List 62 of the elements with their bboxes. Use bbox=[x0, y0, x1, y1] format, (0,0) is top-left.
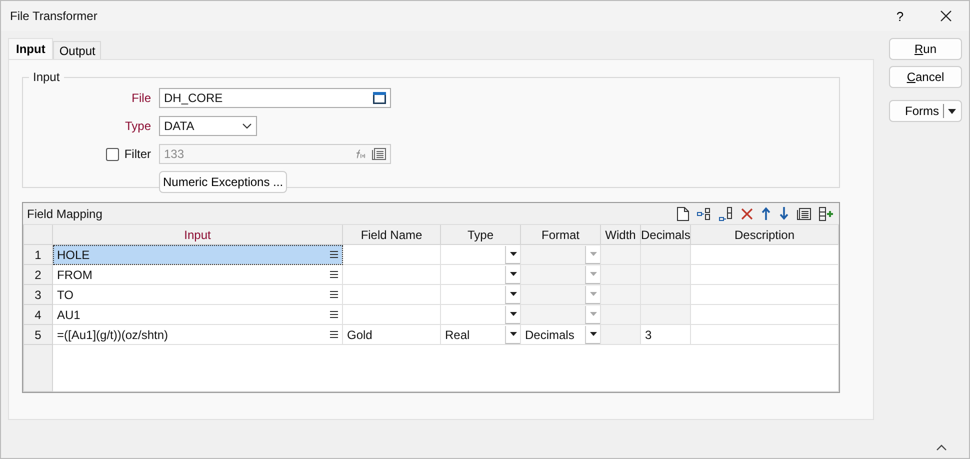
menu-icon[interactable] bbox=[330, 311, 338, 318]
cancel-button[interactable]: Cancel bbox=[889, 66, 962, 88]
close-icon[interactable] bbox=[940, 10, 952, 22]
dropdown-arrow-icon bbox=[510, 292, 516, 296]
filter-label: Filter bbox=[124, 147, 151, 161]
list-icon[interactable] bbox=[797, 208, 811, 220]
type-dropdown[interactable]: DATA bbox=[159, 116, 257, 136]
dropdown-arrow-icon bbox=[590, 332, 596, 336]
dropdown-arrow-icon bbox=[590, 312, 596, 316]
column-header[interactable]: Input bbox=[52, 225, 342, 244]
table-cell: Gold bbox=[342, 324, 440, 344]
dropdown-arrow-icon bbox=[590, 252, 596, 256]
grid-title: Field Mapping bbox=[27, 206, 104, 220]
column-header[interactable]: Field Name bbox=[342, 225, 440, 244]
help-button[interactable]: ? bbox=[877, 1, 923, 31]
browse-icon[interactable] bbox=[373, 92, 386, 104]
numeric-exceptions-button[interactable]: Numeric Exceptions ... bbox=[159, 171, 288, 193]
chevron-up-icon[interactable] bbox=[936, 444, 947, 450]
row-number: 5 bbox=[24, 324, 52, 344]
input-cell[interactable]: =([Au1](g/t))(oz/shtn) bbox=[52, 324, 342, 344]
dropdown-arrow-icon bbox=[510, 312, 516, 316]
row-number: 2 bbox=[24, 264, 52, 284]
column-header[interactable]: Description bbox=[690, 225, 838, 244]
menu-icon[interactable] bbox=[330, 271, 338, 278]
arrow-down-icon[interactable] bbox=[779, 207, 789, 220]
tab[interactable]: Input bbox=[8, 38, 54, 59]
row-number: 4 bbox=[24, 304, 52, 324]
dropdown-arrow-icon bbox=[948, 108, 956, 114]
dropdown-arrow-icon bbox=[590, 292, 596, 296]
insert-field-icon[interactable] bbox=[697, 206, 711, 220]
menu-icon[interactable] bbox=[330, 251, 338, 258]
menu-icon[interactable] bbox=[330, 291, 338, 298]
row-number: 3 bbox=[24, 284, 52, 304]
type-label: Type bbox=[124, 119, 152, 133]
menu-icon[interactable] bbox=[330, 331, 338, 338]
dropdown-arrow-icon bbox=[510, 252, 516, 256]
dropdown-arrow-icon bbox=[590, 272, 596, 276]
append-field-icon[interactable] bbox=[719, 206, 733, 220]
arrow-up-icon[interactable] bbox=[761, 207, 771, 220]
table-cell: 3 bbox=[640, 324, 690, 344]
column-header[interactable]: Width bbox=[600, 225, 640, 244]
forms-button[interactable]: Forms bbox=[889, 100, 962, 122]
file-label: File bbox=[130, 91, 152, 105]
add-column-icon[interactable] bbox=[819, 206, 835, 220]
column-header[interactable]: Format bbox=[520, 225, 600, 244]
window-title: File Transformer bbox=[9, 9, 98, 23]
row-number: 1 bbox=[24, 244, 52, 264]
input-cell[interactable]: FROM bbox=[52, 264, 342, 284]
column-header[interactable]: Type bbox=[440, 225, 520, 244]
group-title: Input bbox=[32, 70, 61, 84]
input-cell[interactable]: TO bbox=[52, 284, 342, 304]
input-cell[interactable]: HOLE bbox=[52, 244, 342, 264]
file-field[interactable]: DH_CORE bbox=[159, 88, 391, 108]
chevron-down-icon bbox=[242, 123, 252, 129]
input-cell[interactable]: AU1 bbox=[52, 304, 342, 324]
column-header[interactable]: Decimals bbox=[640, 225, 690, 244]
new-page-icon[interactable] bbox=[677, 206, 689, 220]
delete-icon[interactable] bbox=[741, 208, 753, 220]
dropdown-arrow-icon bbox=[510, 272, 516, 276]
tab[interactable]: Output bbox=[53, 41, 102, 59]
dropdown-arrow-icon bbox=[510, 332, 516, 336]
run-button[interactable]: Run bbox=[889, 38, 962, 60]
